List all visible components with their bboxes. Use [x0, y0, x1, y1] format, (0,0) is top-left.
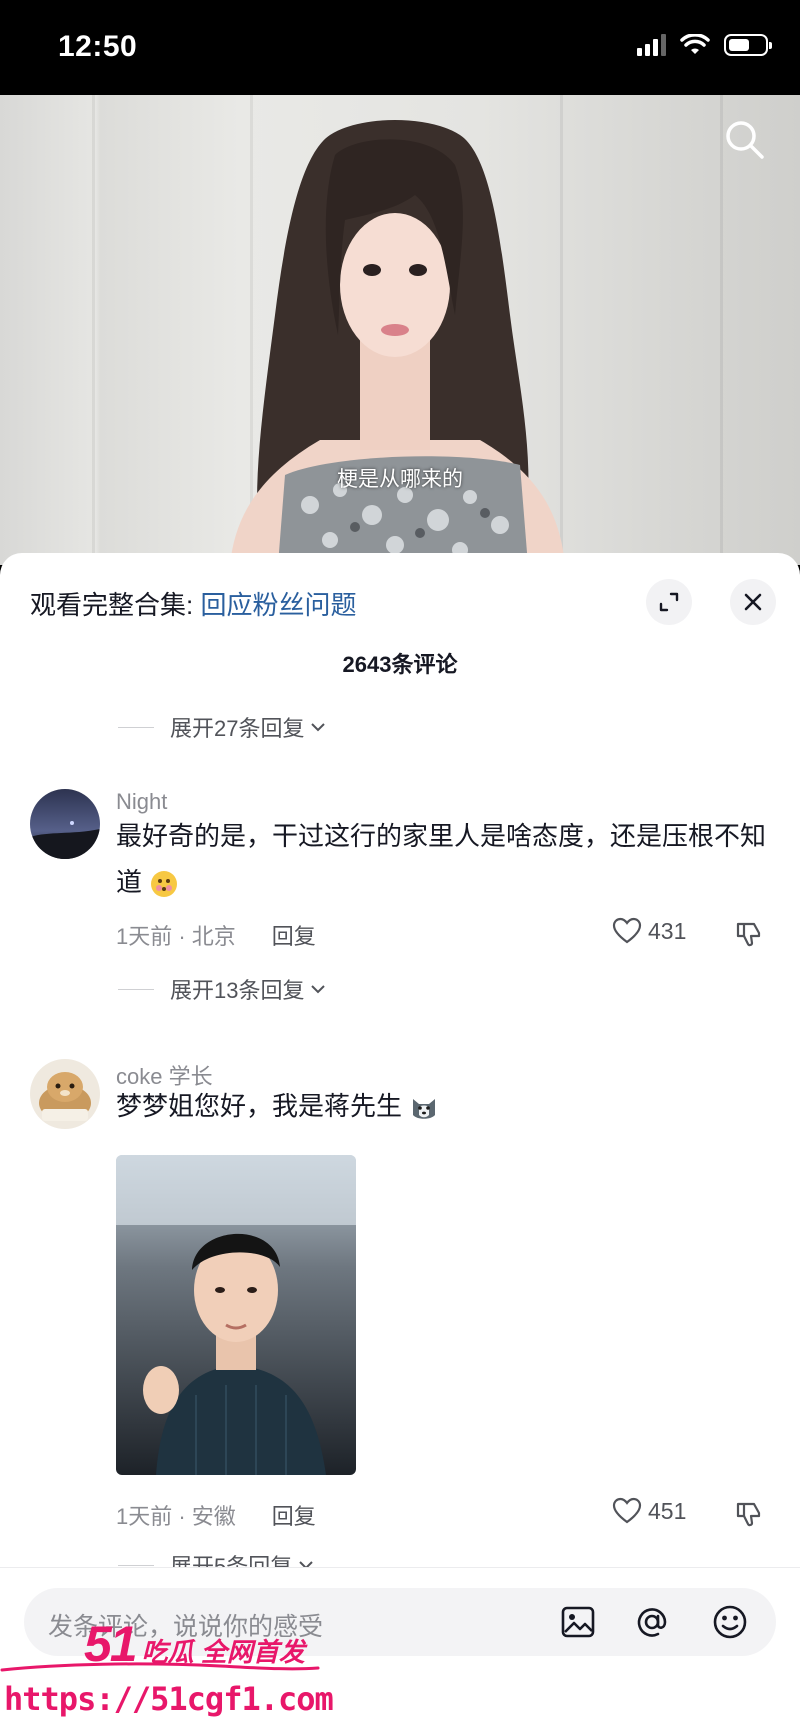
status-time: 12:50: [58, 30, 138, 63]
dislike-icon[interactable]: [734, 1499, 764, 1529]
close-icon: [744, 593, 762, 611]
close-button[interactable]: [730, 579, 776, 625]
like-button[interactable]: 451: [612, 1497, 686, 1525]
comment-meta: 1天前 · 安徽 回复: [116, 1499, 316, 1531]
collection-prefix: 观看完整合集:: [30, 590, 201, 620]
expand-button[interactable]: [646, 579, 692, 625]
comment-time-location: 1天前 · 北京: [116, 924, 236, 949]
watermark-url: https://51cgf1.com: [4, 1680, 334, 1718]
expand-icon: [659, 592, 679, 612]
status-icons: [637, 34, 772, 56]
comment-author[interactable]: Night: [116, 789, 167, 815]
avatar[interactable]: [30, 789, 100, 859]
comment-time-location: 1天前 · 安徽: [116, 1504, 236, 1529]
search-icon[interactable]: [720, 115, 770, 165]
emoji-icon-husky: [413, 1099, 436, 1119]
video-player[interactable]: 梗是从哪来的: [0, 95, 800, 565]
reply-button[interactable]: 回复: [272, 919, 316, 951]
wifi-icon: [680, 34, 710, 54]
sheet-header: 观看完整合集: 回应粉丝问题: [0, 553, 800, 649]
dislike-icon[interactable]: [734, 919, 764, 949]
comment-meta: 1天前 · 北京 回复: [116, 919, 316, 951]
emoji-icon[interactable]: [710, 1602, 750, 1642]
video-subtitle: 梗是从哪来的: [337, 468, 463, 491]
divider: [118, 1564, 154, 1566]
comment-text: 梦梦姐您好，我是蒋先生: [116, 1083, 776, 1129]
comment-text: 最好奇的是，干过这行的家里人是啥态度，还是压根不知道: [116, 813, 776, 905]
like-count: 431: [648, 917, 687, 944]
reply-button[interactable]: 回复: [272, 1499, 316, 1531]
avatar[interactable]: [30, 1059, 100, 1129]
chevron-down-icon: [311, 985, 326, 994]
status-bar: 12:50: [0, 0, 800, 95]
at-icon[interactable]: [632, 1602, 672, 1642]
chevron-down-icon: [311, 723, 326, 732]
divider: [118, 988, 154, 990]
comment-body: 梦梦姐您好，我是蒋先生: [116, 1091, 403, 1121]
collection-link-row[interactable]: 观看完整合集: 回应粉丝问题: [30, 585, 356, 622]
expand-replies-button[interactable]: 展开27条回复: [118, 711, 326, 743]
divider: [118, 726, 154, 728]
like-count: 451: [648, 1497, 687, 1524]
heart-icon: [612, 1497, 642, 1524]
expand-replies-label: 展开13条回复: [170, 978, 305, 1003]
collection-link[interactable]: 回应粉丝问题: [200, 590, 356, 620]
comment-photo[interactable]: [116, 1155, 356, 1475]
comment-sheet: 观看完整合集: 回应粉丝问题 2643条评论 展开27条回复 Night 最好奇…: [0, 553, 800, 1733]
expand-replies-label: 展开27条回复: [170, 716, 305, 741]
comment-body: 最好奇的是，干过这行的家里人是啥态度，还是压根不知道: [116, 821, 767, 897]
image-icon[interactable]: [558, 1602, 598, 1642]
watermark-swoosh: [0, 1662, 320, 1672]
like-button[interactable]: 431: [612, 917, 686, 945]
battery-icon: [724, 34, 772, 56]
comment-count: 2643条评论: [342, 652, 458, 677]
emoji-icon-thinking: [151, 871, 178, 898]
video-frame-image: [230, 120, 565, 565]
expand-replies-button[interactable]: 展开13条回复: [118, 973, 326, 1005]
signal-icon: [637, 34, 666, 56]
heart-icon: [612, 917, 642, 944]
